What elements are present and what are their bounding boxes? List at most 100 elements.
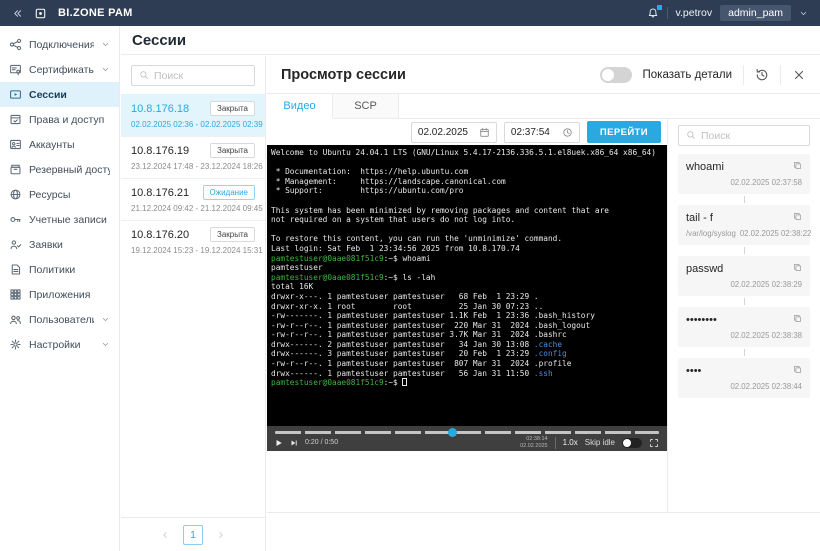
session-row[interactable]: 10.8.176.20 Закрыта 19.12.2024 15:23 - 19.… [121, 220, 265, 262]
pagination: 1 [121, 517, 265, 551]
command-card[interactable]: •••• 02.02.2025 02:38:44 [678, 358, 810, 398]
reserve-access-icon [9, 163, 22, 176]
copy-icon[interactable] [793, 365, 802, 374]
copy-icon[interactable] [793, 161, 802, 170]
sidebar-item-resources[interactable]: Ресурсы [0, 182, 119, 207]
session-date-range: 21.12.2024 09:42 - 21.12.2024 09:45 [131, 204, 263, 213]
player-timestamp: 02:38:14 02.02.2025 [520, 436, 548, 449]
role-badge[interactable]: admin_pam [720, 5, 791, 21]
viewer-title: Просмотр сессии [281, 66, 406, 83]
tab-видео[interactable]: Видео [267, 94, 333, 118]
collapse-sidebar-icon[interactable] [12, 8, 23, 19]
sidebar-item-connections[interactable]: Подключения [0, 32, 119, 57]
credentials-icon [9, 213, 22, 226]
command-card-top: •••• [686, 365, 802, 377]
chevron-down-icon [101, 340, 110, 349]
fullscreen-icon[interactable] [649, 438, 659, 448]
close-icon[interactable] [792, 68, 806, 82]
sidebar-item-rights[interactable]: Права и доступ [0, 107, 119, 132]
date-field[interactable] [410, 121, 497, 143]
commands-search-input[interactable] [701, 129, 802, 142]
page-title: Сессии [132, 31, 187, 49]
pagination-prev-icon[interactable] [160, 530, 170, 540]
show-details-toggle[interactable] [599, 66, 632, 83]
chevron-down-icon [101, 40, 110, 49]
clock-icon[interactable] [562, 127, 573, 138]
step-forward-icon[interactable] [290, 439, 298, 447]
go-button[interactable]: ПЕРЕЙТИ [586, 121, 661, 143]
commands-panel: whoami 02.02.2025 02:37:58 tail - f/var/lo… [667, 119, 820, 512]
sidebar-item-requests[interactable]: Заявки [0, 232, 119, 257]
toggle-knob [623, 438, 631, 447]
command-text: •••• [686, 365, 702, 377]
search-icon [686, 127, 696, 145]
session-row-top: 10.8.176.18 Закрыта [131, 101, 255, 116]
skip-idle-toggle[interactable] [622, 437, 642, 448]
sidebar-nav: Подключения Сертификаты Сессии Права и дост… [0, 26, 120, 551]
video-controls-row: ПЕРЕЙТИ [267, 119, 667, 145]
sidebar-item-policies[interactable]: Политики [0, 257, 119, 282]
copy-icon[interactable] [793, 263, 802, 272]
video-progress-bar[interactable] [275, 428, 659, 437]
commands-search [678, 125, 810, 146]
date-input[interactable] [417, 126, 475, 138]
sidebar-item-users[interactable]: Пользователи и гр... [0, 307, 119, 332]
command-card[interactable]: passwd 02.02.2025 02:38:29 [678, 256, 810, 296]
copy-icon[interactable] [793, 212, 802, 221]
sidebar-item-label: Учетные записи [29, 213, 107, 226]
tab-scp[interactable]: SCP [333, 94, 399, 118]
sessions-search-input[interactable] [154, 69, 247, 82]
command-text: tail - f [686, 212, 713, 224]
sidebar-item-reserve[interactable]: Резервный доступ [0, 157, 119, 182]
play-icon[interactable] [275, 439, 283, 447]
sidebar-item-settings[interactable]: Настройки [0, 332, 119, 357]
command-card-top: passwd [686, 263, 802, 275]
session-row[interactable]: 10.8.176.19 Закрыта 23.12.2024 17:48 - 23.… [121, 136, 265, 178]
command-card[interactable]: whoami 02.02.2025 02:37:58 [678, 154, 810, 194]
session-row[interactable]: 10.8.176.21 Ожидание 21.12.2024 09:42 - 21… [121, 178, 265, 220]
sidebar-item-certificates[interactable]: Сертификаты [0, 57, 119, 82]
player-controls: 0:20 / 0:50 02:38:14 02.02.2025 1.0x Ski… [275, 435, 659, 450]
settings-icon [9, 338, 22, 351]
progress-handle[interactable] [447, 428, 457, 437]
apps-icon [9, 288, 22, 301]
command-text: passwd [686, 263, 724, 275]
sidebar-item-label: Настройки [29, 338, 81, 351]
policies-icon [9, 263, 22, 276]
sidebar-item-credentials[interactable]: Учетные записи [0, 207, 119, 232]
session-ip: 10.8.176.18 [131, 102, 190, 115]
command-text: whoami [686, 161, 724, 173]
sidebar-item-apps[interactable]: Приложения [0, 282, 119, 307]
command-card-top: whoami [686, 161, 802, 173]
session-date-range: 23.12.2024 17:48 - 23.12.2024 18:26 [131, 162, 263, 171]
session-row[interactable]: 10.8.176.18 Закрыта 02.02.2025 02:36 - 02.… [121, 94, 265, 136]
pagination-page-1[interactable]: 1 [183, 524, 203, 545]
command-timestamp: 02.02.2025 02:38:38 [730, 331, 802, 340]
command-timestamp: 02.02.2025 02:38:22 [739, 229, 812, 238]
time-field[interactable] [503, 121, 580, 143]
terminal-video[interactable]: Welcome to Ubuntu 24.04.1 LTS (GNU/Linux… [267, 145, 667, 426]
session-history-icon[interactable] [755, 68, 769, 82]
sidebar-item-label: Подключения [29, 38, 94, 51]
viewer-header: Просмотр сессии Показать детали [267, 56, 820, 94]
notifications-bell-icon[interactable] [647, 5, 662, 19]
sidebar-item-accounts[interactable]: Аккаунты [0, 132, 119, 157]
username[interactable]: v.petrov [676, 7, 713, 19]
topbar: BI.ZONE PAM v.petrov admin_pam [0, 0, 820, 26]
topbar-divider [666, 7, 668, 19]
sidebar-item-label: Ресурсы [29, 188, 71, 201]
copy-icon[interactable] [793, 314, 802, 323]
chevron-down-icon [101, 315, 110, 324]
sessions-icon [9, 88, 22, 101]
chevron-down-icon[interactable] [799, 9, 808, 18]
header-divider [780, 64, 781, 85]
command-card[interactable]: •••••••• 02.02.2025 02:38:38 [678, 307, 810, 347]
time-input[interactable] [510, 126, 558, 138]
pagination-next-icon[interactable] [216, 530, 226, 540]
playback-speed[interactable]: 1.0x [563, 438, 578, 447]
command-card[interactable]: tail - f/var/log/syslog 02.02.2025 02:38:… [678, 205, 812, 245]
calendar-icon[interactable] [479, 127, 490, 138]
sidebar-item-sessions[interactable]: Сессии [0, 82, 119, 107]
command-timestamp: 02.02.2025 02:38:44 [730, 382, 802, 391]
notification-badge [656, 5, 662, 10]
